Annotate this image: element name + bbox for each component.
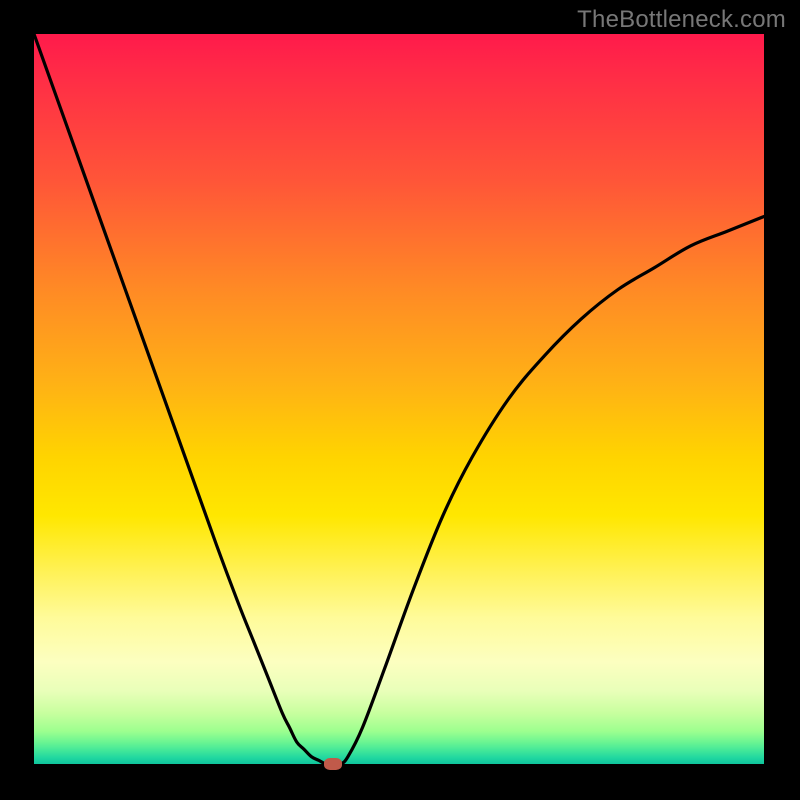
curve-path	[34, 34, 764, 764]
watermark-text: TheBottleneck.com	[577, 6, 786, 34]
bottleneck-curve	[34, 34, 764, 764]
chart-frame: TheBottleneck.com	[0, 0, 800, 800]
optimal-point-marker	[324, 758, 342, 770]
